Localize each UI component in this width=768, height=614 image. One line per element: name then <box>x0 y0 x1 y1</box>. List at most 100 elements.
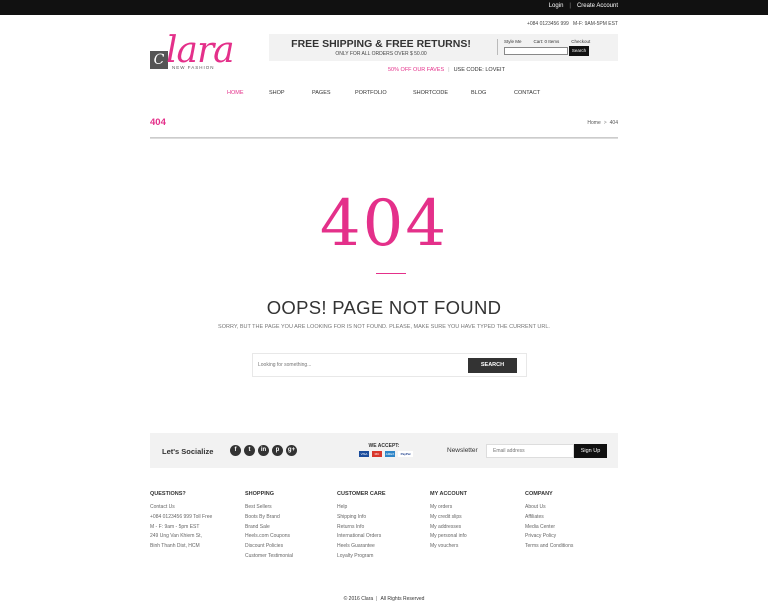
footer-col-questions: QUESTIONS? Contact Us +084 0123456 999 T… <box>150 491 245 552</box>
breadcrumb-current: 404 <box>609 120 618 126</box>
error-code-display: 404 <box>319 187 449 261</box>
promo-subline: ONLY FOR ALL ORDERS OVER $ 50.00 <box>335 51 427 57</box>
footer-link[interactable]: Best Sellers <box>245 503 340 513</box>
social-icons: f t in p g+ <box>230 445 297 456</box>
footer-link[interactable]: Shipping Info <box>337 513 432 523</box>
footer-phone: +084 0123456 999 Toll Free <box>150 513 213 520</box>
cart-link[interactable]: Cart: 0 Items <box>534 39 560 44</box>
account-links: Style Me Cart: 0 Items Checkout <box>504 39 590 44</box>
newsletter-signup-button[interactable]: Sign Up <box>574 444 607 458</box>
footer-link[interactable]: Discount Policies <box>245 542 340 552</box>
footer-hours: M - F: 9am - 5pm EST <box>150 523 200 530</box>
error-search-input[interactable] <box>258 360 458 370</box>
footer-link[interactable]: My personal info <box>430 532 525 542</box>
top-links: Login | Create Account <box>549 3 618 9</box>
visa-card-icon: VISA <box>359 451 369 457</box>
nav-item-home[interactable]: HOME <box>227 90 244 96</box>
copyright-separator: | <box>376 596 378 602</box>
payment-cards: VISA MC AMEX PayPal <box>359 451 413 457</box>
nav-item-portfolio[interactable]: PORTFOLIO <box>355 90 387 96</box>
footer-col-my-account: MY ACCOUNT My orders My credit slips My … <box>430 491 525 552</box>
amex-card-icon: AMEX <box>385 451 395 457</box>
footer-col-shopping: SHOPPING Best Sellers Boots By Brand Bra… <box>245 491 340 562</box>
error-search-button[interactable]: SEARCH <box>468 358 517 373</box>
header-contact: +084 0123456 999 M-F: 9AM-5PM EST <box>527 21 618 27</box>
footer-col-title: SHOPPING <box>245 491 275 497</box>
footer-link[interactable]: Privacy Policy <box>525 532 620 542</box>
login-link[interactable]: Login <box>549 3 564 9</box>
error-search-form: SEARCH <box>252 353 527 377</box>
logo-brand: lara <box>166 30 235 71</box>
header-search-input[interactable] <box>504 47 568 55</box>
footer-link[interactable]: International Orders <box>337 532 432 542</box>
footer-col-customer-care: CUSTOMER CARE Help Shipping Info Returns… <box>337 491 432 562</box>
page-title: 404 <box>150 117 166 128</box>
footer-col-title: CUSTOMER CARE <box>337 491 386 497</box>
footer-link[interactable]: Terms and Conditions <box>525 542 620 552</box>
header-hours: M-F: 9AM-5PM EST <box>572 21 618 27</box>
footer-link[interactable]: Media Center <box>525 523 620 533</box>
footer-address-line: Binh Thanh Dist, HCM <box>150 543 200 550</box>
footer-link[interactable]: Returns Info <box>337 523 432 533</box>
header-search-button[interactable]: Search <box>569 46 589 56</box>
social-bar: Let's Socialize f t in p g+ WE ACCEPT: V… <box>150 433 618 468</box>
create-account-link[interactable]: Create Account <box>577 3 618 9</box>
breadcrumb-home[interactable]: Home <box>587 120 600 126</box>
sale-line: 50% OFF OUR FAVES | USE CODE: LOVEIT <box>388 67 505 73</box>
nav-item-shortcode[interactable]: SHORTCODE <box>413 90 448 96</box>
footer-link[interactable]: Loyalty Program <box>337 552 432 562</box>
accent-divider <box>376 273 406 274</box>
newsletter-email-input[interactable] <box>486 444 574 458</box>
nav-item-pages[interactable]: PAGES <box>312 90 331 96</box>
top-bar: Login | Create Account <box>0 0 768 15</box>
footer-link[interactable]: Boots By Brand <box>245 513 340 523</box>
facebook-icon[interactable]: f <box>230 445 241 456</box>
footer-col-title: COMPANY <box>525 491 553 497</box>
footer-link[interactable]: My credit slips <box>430 513 525 523</box>
nav-item-shop[interactable]: SHOP <box>269 90 285 96</box>
footer-link[interactable]: About Us <box>525 503 620 513</box>
footer-col-company: COMPANY About Us Affiliates Media Center… <box>525 491 620 552</box>
footer-link[interactable]: Affiliates <box>525 513 620 523</box>
twitter-icon[interactable]: t <box>244 445 255 456</box>
sale-text[interactable]: 50% OFF OUR FAVES <box>388 67 444 73</box>
linkedin-icon[interactable]: in <box>258 445 269 456</box>
we-accept-label: WE ACCEPT: <box>368 443 400 449</box>
checkout-link[interactable]: Checkout <box>571 39 590 44</box>
google-plus-icon[interactable]: g+ <box>286 445 297 456</box>
breadcrumb: Home >404 <box>587 120 618 126</box>
top-links-separator: | <box>569 3 571 9</box>
main-nav: HOME SHOP PAGES PORTFOLIO SHORTCODE BLOG… <box>150 90 618 100</box>
site-logo[interactable]: C lara NEW FASHION <box>150 33 245 73</box>
style-me-link[interactable]: Style Me <box>504 39 522 44</box>
footer-link[interactable]: My addresses <box>430 523 525 533</box>
paypal-icon: PayPal <box>398 451 413 457</box>
footer-link[interactable]: Help <box>337 503 432 513</box>
footer-link[interactable]: Heels.com Coupons <box>245 532 340 542</box>
sale-separator: | <box>448 67 450 73</box>
rights-text: All Rights Reserved <box>380 596 425 602</box>
error-message: SORRY, BUT THE PAGE YOU ARE LOOKING FOR … <box>218 324 550 330</box>
pinterest-icon[interactable]: p <box>272 445 283 456</box>
promo-divider <box>497 39 498 55</box>
footer-link[interactable]: My orders <box>430 503 525 513</box>
newsletter-label: Newsletter <box>447 447 478 454</box>
title-divider <box>150 137 618 139</box>
footer-link[interactable]: My vouchers <box>430 542 525 552</box>
footer-link[interactable]: Customer Testimonial <box>245 552 340 562</box>
footer-link[interactable]: Brand Sale <box>245 523 340 533</box>
error-heading: OOPS! PAGE NOT FOUND <box>266 297 502 318</box>
footer-col-title: QUESTIONS? <box>150 491 186 497</box>
nav-item-contact[interactable]: CONTACT <box>514 90 540 96</box>
footer-address-line: 249 Ung Van Khiem St, <box>150 533 202 540</box>
footer-link-contact-us[interactable]: Contact Us <box>150 503 245 513</box>
logo-tagline: NEW FASHION <box>172 65 215 70</box>
copyright: © 2016 Clara | All Rights Reserved <box>0 596 768 602</box>
footer-link[interactable]: Heels Guarantee <box>337 542 432 552</box>
mastercard-icon: MC <box>372 451 382 457</box>
footer-col-title: MY ACCOUNT <box>430 491 467 497</box>
promo-code: USE CODE: LOVEIT <box>453 67 505 73</box>
header-phone: +084 0123456 999 <box>526 21 569 27</box>
socialize-label: Let's Socialize <box>162 447 214 456</box>
nav-item-blog[interactable]: BLOG <box>471 90 486 96</box>
